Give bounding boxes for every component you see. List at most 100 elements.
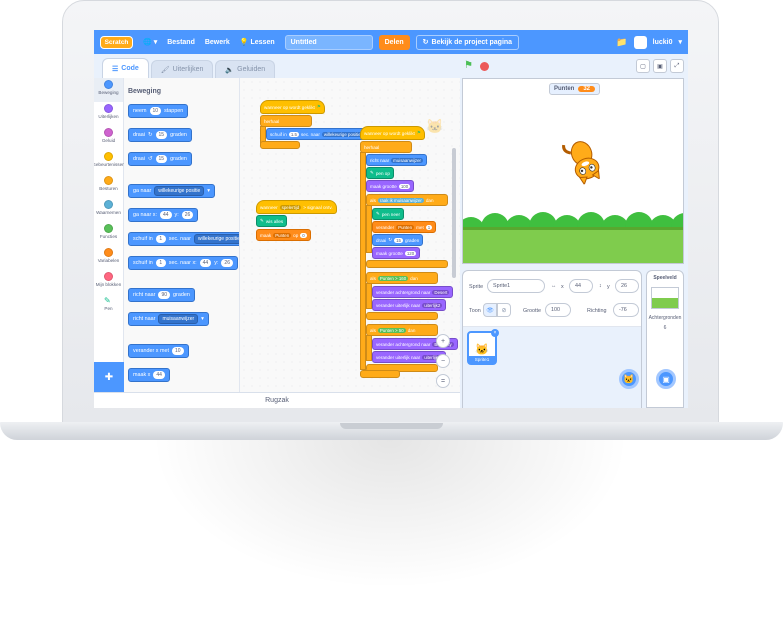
add-backdrop-button[interactable]: ▣ [656,369,676,389]
block-dropdown[interactable]: Punten [273,232,292,238]
block-point-towards[interactable]: richt naar muisaanwijzer ▾ [128,312,209,326]
hide-eye-icon[interactable]: ⊘ [497,303,511,317]
x-input[interactable]: 44 [569,279,593,293]
backdrop-thumb[interactable] [651,287,679,309]
script-area[interactable]: wanneer op wordt geklikt ⚑ herhaal schui… [240,78,460,392]
category-geluid[interactable]: Geluid [94,126,123,150]
script3-pen-up[interactable]: ✎ pen op [366,167,394,179]
block-dropdown[interactable]: muisaanwijzer [158,314,199,324]
script3-hat[interactable]: wanneer op wordt geklikt ⚑ [360,126,425,140]
cat-sprite[interactable] [560,133,608,188]
zoom-in-icon[interactable]: + [436,334,450,348]
block-dropdown[interactable]: spelertijd [279,204,302,210]
script3-change-var[interactable]: verander Punten met 1 [372,221,437,233]
script3-switch-backdrop[interactable]: verander achtergrond naar Desert [372,286,454,298]
block-dropdown[interactable]: willekeurige positie [321,131,363,137]
language-menu[interactable]: 🌐 ▾ [143,38,157,46]
block-input[interactable]: 15 [394,237,403,243]
category-mijn-blokken[interactable]: Mijn blokken [94,270,123,294]
block-dropdown[interactable]: Desert [432,289,450,295]
script3-if-points-160[interactable]: als Punten > 160 dan [366,272,438,284]
see-project-page-button[interactable]: ↻ Bekijk de project pagina [415,34,520,50]
scratch-logo[interactable]: Scratch [100,35,133,49]
block-input[interactable]: 44 [159,211,172,219]
block-input[interactable]: 1.5 [288,131,299,137]
green-flag-icon[interactable]: ⚑ [464,61,474,71]
folder-icon[interactable]: 📁 [616,37,627,48]
block-input[interactable]: 100 [398,183,411,189]
edit-menu[interactable]: Bewerk [205,39,230,46]
block-dropdown[interactable]: muisaanwijzer [391,157,423,163]
category-functies[interactable]: Functies [94,222,123,246]
tab-code[interactable]: ☰ Code [102,58,149,78]
script3-turn[interactable]: draai ↻ 15 graden [372,234,424,246]
username[interactable]: lucki0 [653,39,673,46]
block-change-x[interactable]: verander x met 10 [128,344,189,358]
chevron-down-icon[interactable]: ▾ [678,38,682,46]
comparison-condition[interactable]: Punten > 160 [377,275,409,281]
direction-input[interactable]: -76 [613,303,639,317]
large-stage-icon[interactable]: ▣ [653,59,667,73]
zoom-reset-icon[interactable]: = [436,374,450,388]
block-input[interactable]: 26 [181,211,194,219]
script1-hat[interactable]: wanneer op wordt geklikt ⚑ [260,100,325,114]
sprite-name-input[interactable]: Sprite1 [487,279,545,293]
block-input[interactable]: 44 [199,259,212,267]
category-pen[interactable]: ✎ Pen [94,294,123,318]
tab-costumes[interactable]: 🖌 Uiterlijken [150,60,214,78]
script3-forever[interactable]: herhaal [360,141,412,153]
script-scrollbar[interactable] [452,148,456,278]
small-stage-icon[interactable]: ▢ [636,59,650,73]
block-dropdown[interactable]: muisaanwijzer [394,198,422,203]
block-turn-left[interactable]: draai ↺ 15 graden [128,152,192,166]
block-glide-xy[interactable]: schuif in 1 sec. naar x: 44 y: 26 [128,256,238,270]
zoom-out-icon[interactable]: − [436,354,450,368]
size-input[interactable]: 100 [545,303,571,317]
show-eye-icon[interactable]: 👁 [483,303,497,317]
script1-glide[interactable]: schuif in 1.5 sec. naar willekeurige pos… [266,128,367,140]
block-input[interactable]: 1 [155,259,166,267]
category-gebeurtenissen[interactable]: Gebeurtenissen [94,150,125,174]
stage[interactable]: Punten 32 [462,78,684,264]
script2-clear[interactable]: ✎ wis alles [256,215,288,227]
block-point-direction[interactable]: richt naar 90 graden [128,288,195,302]
script2-set-var[interactable]: maak Punten op 0 [256,229,311,241]
block-input[interactable]: 10 [171,347,184,355]
sprite-thumb[interactable]: 🐱 Sprite1 × [467,329,499,365]
share-button[interactable]: Delen [378,34,410,50]
block-input[interactable]: 15 [155,155,168,163]
category-variabelen[interactable]: Variabelen [94,246,123,270]
block-input[interactable]: 1 [425,224,433,230]
script3-point-towards[interactable]: richt naar muisaanwijzer [366,154,427,166]
script3-switch-costume[interactable]: verander uiterlijk naar uiterlijk2 [372,299,447,311]
block-move-steps[interactable]: neem 10 stappen [128,104,189,118]
block-dropdown[interactable]: uiterlijk2 [422,302,443,308]
block-input[interactable]: 1 [155,235,166,243]
add-extension-button[interactable]: ✚ [94,362,124,392]
block-dropdown[interactable]: Punten [396,224,415,230]
backpack[interactable]: Rugzak [94,392,460,408]
fullscreen-icon[interactable]: ⤢ [670,59,684,73]
project-title-input[interactable] [284,34,373,50]
script2-hat[interactable]: wanneer spelertijd > signaal ontv. [256,200,337,214]
tutorials-menu[interactable]: 💡 Lessen [240,38,275,47]
file-menu[interactable]: Bestand [167,39,195,46]
category-beweging[interactable]: Beweging [94,78,123,102]
block-glide-to[interactable]: schuif in 1 sec. naar willekeurige posit… [128,232,239,246]
script3-if-touching[interactable]: als raak ik muisaanwijzer dan [366,194,448,206]
block-turn-right[interactable]: draai ↻ 15 graden [128,128,192,142]
script3-set-size-2[interactable]: maak grootte 120 [372,247,421,259]
block-input[interactable]: 44 [153,371,165,379]
category-uiterlijken[interactable]: Uiterlijken [94,102,123,126]
block-goto[interactable]: ga naar willekeurige positie ▾ [128,184,215,198]
block-dropdown[interactable]: willekeurige positie [193,234,239,244]
comparison-condition[interactable]: Punten > 50 [377,327,406,333]
script3-if-points-50[interactable]: als Punten > 50 dan [366,324,438,336]
script1-forever[interactable]: herhaal [260,115,312,127]
block-input[interactable]: 90 [158,291,171,299]
tab-sounds[interactable]: 🔈 Geluiden [215,60,276,78]
stop-icon[interactable] [480,61,489,71]
block-dropdown[interactable]: willekeurige positie [154,186,205,196]
block-input[interactable]: 0 [300,232,307,238]
block-input[interactable]: 120 [404,250,417,256]
